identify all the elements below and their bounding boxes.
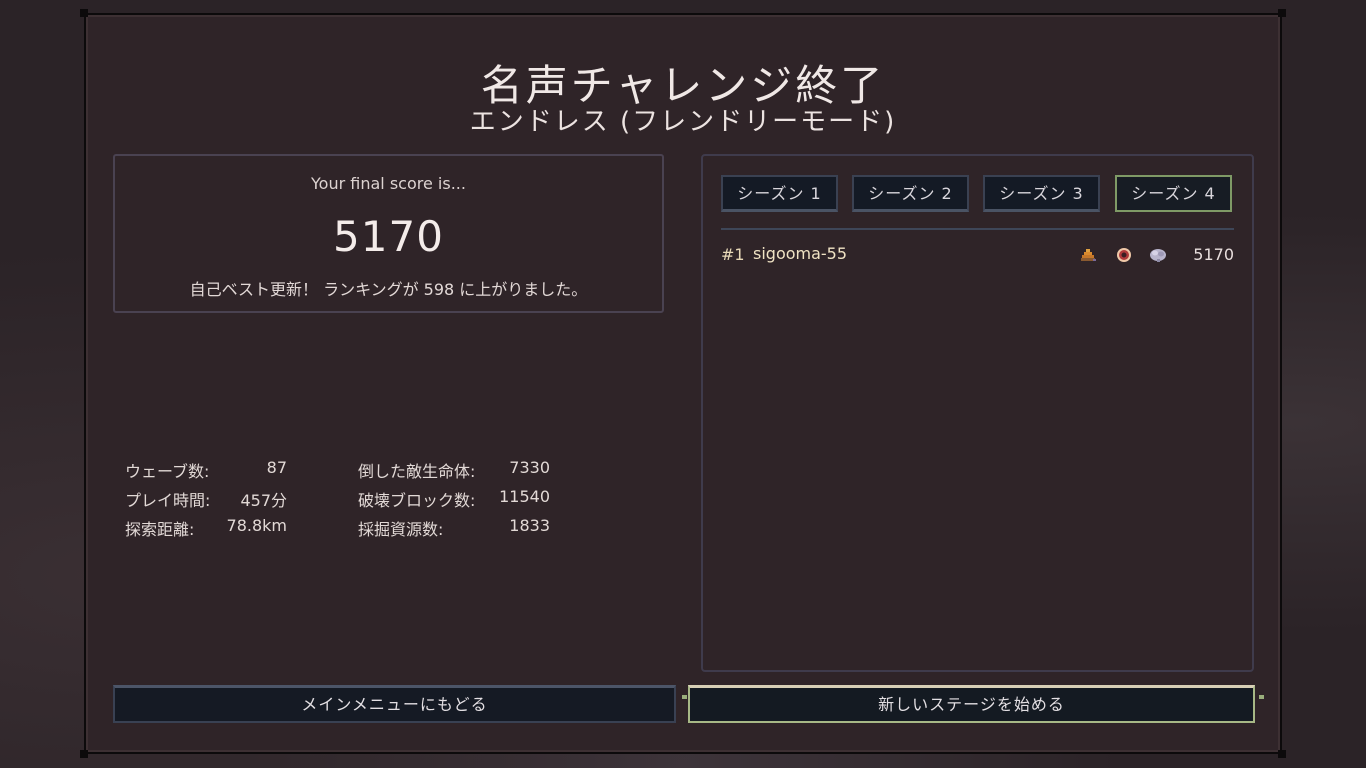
tab-season-3[interactable]: シーズン 3 [983, 175, 1100, 212]
ranking-note: 自己ベスト更新！ ランキングが 598 に上がりました。 [189, 280, 588, 299]
button-ornament [1259, 695, 1264, 699]
tab-season-2[interactable]: シーズン 2 [852, 175, 969, 212]
tab-season-4[interactable]: シーズン 4 [1115, 175, 1232, 212]
leaderboard-score: 5170 [1193, 245, 1234, 264]
stat-value: 11540 [499, 487, 550, 506]
stat-label: 破壊ブロック数: [358, 491, 476, 510]
leaderboard-player-name: sigooma-55 [753, 244, 848, 263]
tab-season-1[interactable]: シーズン 1 [721, 175, 838, 212]
button-ornament [682, 695, 687, 699]
leaderboard-rank: #1 [721, 245, 745, 264]
stat-label: 倒した敵生命体: [358, 462, 476, 481]
page-subtitle: エンドレス (フレンドリーモード) [469, 107, 897, 137]
leaderboard-row: #1 sigooma-55 5170 [721, 244, 1234, 266]
new-stage-button[interactable]: 新しいステージを始める [688, 685, 1255, 723]
frame-corner [1278, 9, 1286, 17]
frame-corner [80, 9, 88, 17]
stat-value: 87 [266, 458, 287, 477]
stat-value: 457分 [240, 491, 287, 510]
stat-value: 1833 [509, 516, 550, 535]
frame-corner [80, 750, 88, 758]
leaderboard-panel [701, 154, 1254, 672]
brain-icon [1148, 246, 1166, 264]
score-label: Your final score is... [311, 174, 466, 193]
drill-icon [1079, 246, 1097, 264]
stat-value: 7330 [509, 458, 550, 477]
main-menu-button[interactable]: メインメニューにもどる [113, 685, 676, 723]
stat-value: 78.8km [226, 516, 287, 535]
stat-label: 探索距離: [125, 520, 195, 539]
stat-label: プレイ時間: [125, 491, 211, 510]
frame-corner [1278, 750, 1286, 758]
final-score: 5170 [333, 212, 444, 261]
stat-label: 採掘資源数: [358, 520, 444, 539]
leaderboard-divider [721, 228, 1234, 230]
stat-label: ウェーブ数: [125, 462, 210, 481]
eye-orb-icon [1115, 246, 1133, 264]
score-panel: Your final score is... 5170 自己ベスト更新！ ランキ… [113, 154, 664, 313]
